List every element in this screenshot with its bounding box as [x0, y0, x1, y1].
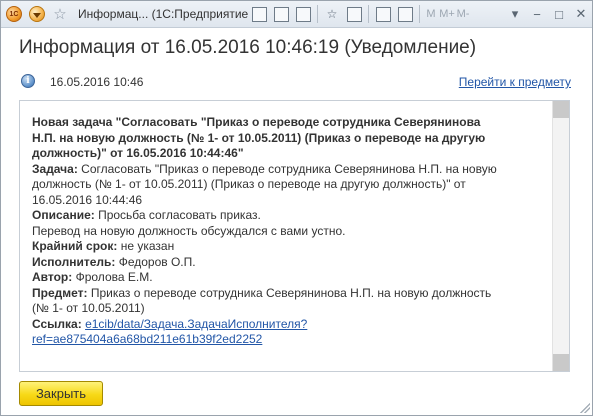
- scroll-thumb[interactable]: [556, 121, 566, 351]
- link-row-cont: ref=ae875404a6a68bd211e61b39f2ed2252: [32, 332, 550, 348]
- executor-label: Исполнитель:: [32, 254, 116, 269]
- minimize-icon[interactable]: −: [526, 4, 548, 24]
- description-label: Описание:: [32, 208, 95, 222]
- message-text: Новая задача "Согласовать "Приказ о пере…: [32, 115, 550, 348]
- subject-value: Приказ о переводе сотрудника Северянинов…: [87, 285, 492, 300]
- link-row: Ссылка: e1cib/data/Задача.ЗадачаИсполнит…: [32, 317, 550, 333]
- title-bar: 1С ☆ Информац... (1С:Предприятие) ☆ M M+…: [1, 1, 592, 28]
- executor-value: Федоров О.П.: [115, 254, 196, 269]
- deadline-value: не указан: [117, 239, 175, 253]
- deadline-row: Крайний срок: не указан: [32, 239, 550, 255]
- description-value: Просьба согласовать приказ.: [94, 208, 261, 222]
- subject-row: Предмет: Приказ о переводе сотрудника Се…: [32, 286, 550, 302]
- description-line: Перевод на новую должность обсуждался с …: [32, 223, 346, 238]
- message-box[interactable]: Новая задача "Согласовать "Приказ о пере…: [19, 100, 570, 372]
- vertical-scrollbar[interactable]: [552, 101, 569, 371]
- message-title-line: Н.П. на новую должность (№ 1- от 10.05.2…: [32, 130, 486, 145]
- toolbar-separator: [419, 5, 420, 23]
- task-row: Задача: Согласовать "Приказ о переводе с…: [32, 162, 550, 178]
- memory-plus-button[interactable]: M+: [439, 3, 455, 25]
- link-label: Ссылка:: [32, 316, 82, 331]
- goto-subject-link[interactable]: Перейти к предмету: [459, 75, 571, 89]
- close-button[interactable]: Закрыть: [19, 381, 103, 406]
- add-favorite-icon[interactable]: ☆: [321, 3, 343, 25]
- calculator-icon[interactable]: [372, 3, 394, 25]
- subject-label: Предмет:: [32, 285, 88, 300]
- app-logo-icon[interactable]: 1С: [4, 4, 24, 24]
- message-title-line: Новая задача "Согласовать "Приказ о пере…: [32, 115, 481, 129]
- page-title: Информация от 16.05.2016 10:46:19 (Уведо…: [19, 37, 477, 58]
- info-row: i 16.05.2016 10:46 Перейти к предмету: [19, 73, 571, 91]
- task-value-line: 16.05.2016 10:44:46: [32, 192, 143, 207]
- toolbar-separator: [317, 5, 318, 23]
- message-title-line: должность)" от 16.05.2016 10:44:46": [32, 146, 244, 160]
- toolbar-separator: [368, 5, 369, 23]
- info-icon: i: [21, 74, 35, 88]
- window-title: Информац... (1С:Предприятие): [78, 7, 248, 21]
- link-icon[interactable]: [343, 3, 365, 25]
- calendar-icon[interactable]: [394, 3, 416, 25]
- subject-line: (№ 1- от 10.05.2011): [32, 301, 145, 315]
- maximize-icon[interactable]: □: [548, 4, 570, 24]
- deadline-label: Крайний срок:: [32, 239, 118, 253]
- author-value: Фролова Е.М.: [72, 270, 153, 284]
- close-icon[interactable]: ✕: [570, 4, 592, 24]
- scroll-down-button[interactable]: [553, 354, 569, 371]
- description-row: Описание: Просьба согласовать приказ.: [32, 208, 550, 224]
- author-row: Автор: Фролова Е.М.: [32, 270, 550, 286]
- notification-window: 1С ☆ Информац... (1С:Предприятие) ☆ M M+…: [0, 0, 593, 416]
- chevron-down-icon[interactable]: ▾: [504, 4, 526, 24]
- task-link[interactable]: e1cib/data/Задача.ЗадачаИсполнителя?: [85, 317, 307, 331]
- task-value-line: должность (№ 1- от 10.05.2011) (Приказ о…: [32, 177, 466, 191]
- preview-icon[interactable]: [292, 3, 314, 25]
- scroll-up-button[interactable]: [553, 101, 569, 118]
- memory-minus-button[interactable]: M-: [455, 3, 471, 25]
- author-label: Автор:: [32, 270, 73, 284]
- favorite-star-icon[interactable]: ☆: [50, 4, 70, 24]
- executor-row: Исполнитель: Федоров О.П.: [32, 255, 550, 271]
- task-label: Задача:: [32, 161, 78, 176]
- notification-date: 16.05.2016 10:46: [50, 75, 144, 89]
- resize-grip[interactable]: [580, 403, 590, 413]
- save-icon[interactable]: [248, 3, 270, 25]
- memory-m-button[interactable]: M: [423, 3, 439, 25]
- task-value: Согласовать "Приказ о переводе сотрудник…: [77, 161, 497, 176]
- task-link-cont[interactable]: ref=ae875404a6a68bd211e61b39f2ed2252: [32, 332, 262, 346]
- main-menu-icon[interactable]: [27, 4, 47, 24]
- print-icon[interactable]: [270, 3, 292, 25]
